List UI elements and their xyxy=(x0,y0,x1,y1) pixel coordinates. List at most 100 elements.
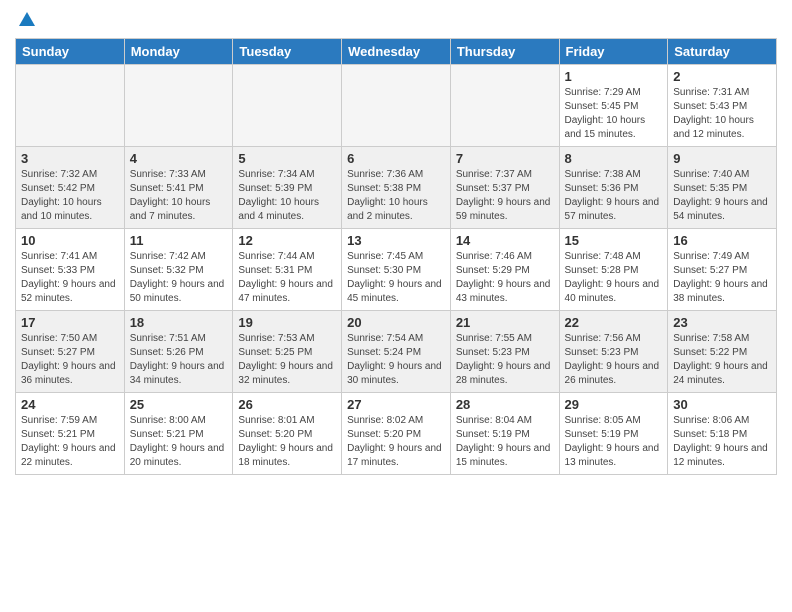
day-info: Sunrise: 7:46 AMSunset: 5:29 PMDaylight:… xyxy=(456,250,554,306)
day-info: Sunrise: 8:02 AMSunset: 5:20 PMDaylight:… xyxy=(347,414,445,470)
day-cell: 16Sunrise: 7:49 AMSunset: 5:27 PMDayligh… xyxy=(668,229,777,311)
day-cell: 21Sunrise: 7:55 AMSunset: 5:23 PMDayligh… xyxy=(450,311,559,393)
day-number: 4 xyxy=(130,151,228,166)
day-number: 13 xyxy=(347,233,445,248)
day-info: Sunrise: 7:33 AMSunset: 5:41 PMDaylight:… xyxy=(130,168,228,224)
day-cell: 17 Sunrise: 7:50 AMSunset: 5:27 PMDayligh… xyxy=(16,311,125,393)
day-cell: 24Sunrise: 7:59 AMSunset: 5:21 PMDayligh… xyxy=(16,393,125,475)
logo xyxy=(15,10,37,30)
day-number: 3 xyxy=(21,151,119,166)
day-info: Sunrise: 7:45 AMSunset: 5:30 PMDaylight:… xyxy=(347,250,445,306)
day-cell xyxy=(450,65,559,147)
day-number: 10 xyxy=(21,233,119,248)
header-row: SundayMondayTuesdayWednesdayThursdayFrid… xyxy=(16,39,777,65)
day-cell: 27 Sunrise: 8:02 AMSunset: 5:20 PMDayligh… xyxy=(342,393,451,475)
header-saturday: Saturday xyxy=(668,39,777,65)
day-cell xyxy=(342,65,451,147)
day-number: 11 xyxy=(130,233,228,248)
day-info: Sunrise: 7:36 AMSunset: 5:38 PMDaylight:… xyxy=(347,168,445,224)
day-cell: 26 Sunrise: 8:01 AMSunset: 5:20 PMDayligh… xyxy=(233,393,342,475)
day-cell: 23 Sunrise: 7:58 AMSunset: 5:22 PMDayligh… xyxy=(668,311,777,393)
header xyxy=(15,10,777,30)
day-info: Sunrise: 7:34 AMSunset: 5:39 PMDaylight:… xyxy=(238,168,336,224)
day-cell: 3 Sunrise: 7:32 AMSunset: 5:42 PMDaylight… xyxy=(16,147,125,229)
page: SundayMondayTuesdayWednesdayThursdayFrid… xyxy=(0,0,792,612)
day-cell: 29Sunrise: 8:05 AMSunset: 5:19 PMDayligh… xyxy=(559,393,668,475)
day-number: 9 xyxy=(673,151,771,166)
day-number: 16 xyxy=(673,233,771,248)
day-info: Sunrise: 8:06 AMSunset: 5:18 PMDaylight:… xyxy=(673,414,771,470)
day-info: Sunrise: 7:31 AMSunset: 5:43 PMDaylight:… xyxy=(673,86,771,142)
day-info: Sunrise: 7:51 AMSunset: 5:26 PMDaylight:… xyxy=(130,332,228,388)
day-info: Sunrise: 7:56 AMSunset: 5:23 PMDaylight:… xyxy=(565,332,663,388)
logo-text xyxy=(15,10,37,30)
day-info: Sunrise: 8:04 AMSunset: 5:19 PMDaylight:… xyxy=(456,414,554,470)
day-cell: 7 Sunrise: 7:37 AMSunset: 5:37 PMDaylight… xyxy=(450,147,559,229)
day-cell: 13 Sunrise: 7:45 AMSunset: 5:30 PMDayligh… xyxy=(342,229,451,311)
day-info: Sunrise: 7:50 AMSunset: 5:27 PMDaylight:… xyxy=(21,332,119,388)
day-cell: 30 Sunrise: 8:06 AMSunset: 5:18 PMDayligh… xyxy=(668,393,777,475)
day-cell: 4 Sunrise: 7:33 AMSunset: 5:41 PMDaylight… xyxy=(124,147,233,229)
day-cell: 20 Sunrise: 7:54 AMSunset: 5:24 PMDayligh… xyxy=(342,311,451,393)
day-info: Sunrise: 7:53 AMSunset: 5:25 PMDaylight:… xyxy=(238,332,336,388)
day-info: Sunrise: 8:01 AMSunset: 5:20 PMDaylight:… xyxy=(238,414,336,470)
day-cell xyxy=(124,65,233,147)
day-info: Sunrise: 7:42 AMSunset: 5:32 PMDaylight:… xyxy=(130,250,228,306)
logo-icon xyxy=(17,10,37,30)
day-info: Sunrise: 7:54 AMSunset: 5:24 PMDaylight:… xyxy=(347,332,445,388)
day-cell: 8Sunrise: 7:38 AMSunset: 5:36 PMDaylight… xyxy=(559,147,668,229)
day-info: Sunrise: 7:59 AMSunset: 5:21 PMDaylight:… xyxy=(21,414,119,470)
day-number: 28 xyxy=(456,397,554,412)
header-monday: Monday xyxy=(124,39,233,65)
day-info: Sunrise: 7:32 AMSunset: 5:42 PMDaylight:… xyxy=(21,168,119,224)
week-row-2: 3 Sunrise: 7:32 AMSunset: 5:42 PMDaylight… xyxy=(16,147,777,229)
day-cell xyxy=(233,65,342,147)
day-cell: 11 Sunrise: 7:42 AMSunset: 5:32 PMDayligh… xyxy=(124,229,233,311)
day-number: 17 xyxy=(21,315,119,330)
week-row-4: 17 Sunrise: 7:50 AMSunset: 5:27 PMDayligh… xyxy=(16,311,777,393)
week-row-3: 10 Sunrise: 7:41 AMSunset: 5:33 PMDayligh… xyxy=(16,229,777,311)
day-number: 23 xyxy=(673,315,771,330)
day-info: Sunrise: 8:05 AMSunset: 5:19 PMDaylight:… xyxy=(565,414,663,470)
day-cell: 5 Sunrise: 7:34 AMSunset: 5:39 PMDaylight… xyxy=(233,147,342,229)
day-number: 30 xyxy=(673,397,771,412)
day-info: Sunrise: 7:41 AMSunset: 5:33 PMDaylight:… xyxy=(21,250,119,306)
day-info: Sunrise: 7:29 AMSunset: 5:45 PMDaylight:… xyxy=(565,86,663,142)
day-number: 6 xyxy=(347,151,445,166)
day-cell: 6 Sunrise: 7:36 AMSunset: 5:38 PMDaylight… xyxy=(342,147,451,229)
day-info: Sunrise: 7:37 AMSunset: 5:37 PMDaylight:… xyxy=(456,168,554,224)
day-cell: 15 Sunrise: 7:48 AMSunset: 5:28 PMDayligh… xyxy=(559,229,668,311)
header-friday: Friday xyxy=(559,39,668,65)
day-number: 5 xyxy=(238,151,336,166)
day-cell: 12 Sunrise: 7:44 AMSunset: 5:31 PMDayligh… xyxy=(233,229,342,311)
day-number: 14 xyxy=(456,233,554,248)
day-number: 7 xyxy=(456,151,554,166)
day-number: 1 xyxy=(565,69,663,84)
day-number: 18 xyxy=(130,315,228,330)
day-number: 20 xyxy=(347,315,445,330)
day-cell: 18 Sunrise: 7:51 AMSunset: 5:26 PMDayligh… xyxy=(124,311,233,393)
day-number: 26 xyxy=(238,397,336,412)
day-cell: 22 Sunrise: 7:56 AMSunset: 5:23 PMDayligh… xyxy=(559,311,668,393)
day-number: 19 xyxy=(238,315,336,330)
week-row-5: 24Sunrise: 7:59 AMSunset: 5:21 PMDayligh… xyxy=(16,393,777,475)
day-cell: 28 Sunrise: 8:04 AMSunset: 5:19 PMDayligh… xyxy=(450,393,559,475)
day-info: Sunrise: 7:58 AMSunset: 5:22 PMDaylight:… xyxy=(673,332,771,388)
day-cell: 25 Sunrise: 8:00 AMSunset: 5:21 PMDayligh… xyxy=(124,393,233,475)
header-thursday: Thursday xyxy=(450,39,559,65)
day-number: 22 xyxy=(565,315,663,330)
day-info: Sunrise: 7:38 AMSunset: 5:36 PMDaylight:… xyxy=(565,168,663,224)
day-number: 21 xyxy=(456,315,554,330)
day-cell: 10 Sunrise: 7:41 AMSunset: 5:33 PMDayligh… xyxy=(16,229,125,311)
day-number: 12 xyxy=(238,233,336,248)
day-number: 15 xyxy=(565,233,663,248)
day-cell xyxy=(16,65,125,147)
day-number: 27 xyxy=(347,397,445,412)
calendar-table: SundayMondayTuesdayWednesdayThursdayFrid… xyxy=(15,38,777,475)
header-sunday: Sunday xyxy=(16,39,125,65)
day-info: Sunrise: 8:00 AMSunset: 5:21 PMDaylight:… xyxy=(130,414,228,470)
day-info: Sunrise: 7:48 AMSunset: 5:28 PMDaylight:… xyxy=(565,250,663,306)
day-info: Sunrise: 7:44 AMSunset: 5:31 PMDaylight:… xyxy=(238,250,336,306)
header-tuesday: Tuesday xyxy=(233,39,342,65)
day-number: 25 xyxy=(130,397,228,412)
